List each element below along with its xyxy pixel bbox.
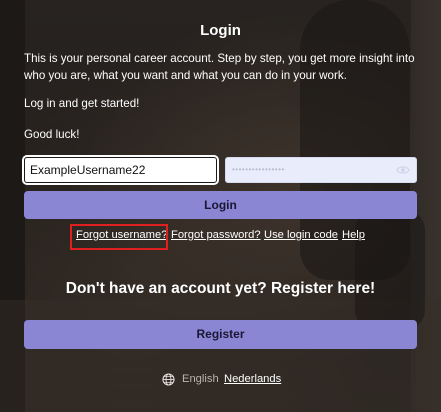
login-panel: Login This is your personal career accou… (0, 0, 441, 412)
help-link[interactable]: Help (342, 229, 365, 241)
get-started-text: Log in and get started! (24, 97, 140, 110)
register-button[interactable]: Register (24, 320, 417, 349)
login-button[interactable]: Login (24, 191, 417, 219)
register-heading: Don't have an account yet? Register here… (65, 280, 376, 297)
good-luck-text: Good luck! (24, 128, 80, 141)
page-title: Login (200, 22, 241, 39)
language-english: English (182, 373, 219, 385)
highlight-box (70, 224, 168, 250)
language-dutch-link[interactable]: Nederlands (224, 373, 281, 385)
forgot-password-link[interactable]: Forgot password? (171, 229, 261, 241)
intro-text: This is your personal career account. St… (24, 52, 415, 82)
password-mask: •••••••••••••••• (232, 165, 285, 174)
use-login-code-link[interactable]: Use login code (264, 229, 338, 241)
login-help-links: Forgot username? Forgot password? Use lo… (0, 229, 441, 245)
eye-icon[interactable] (396, 163, 410, 177)
globe-icon (162, 373, 175, 386)
password-input[interactable]: •••••••••••••••• (225, 157, 417, 183)
username-input[interactable] (22, 155, 219, 185)
